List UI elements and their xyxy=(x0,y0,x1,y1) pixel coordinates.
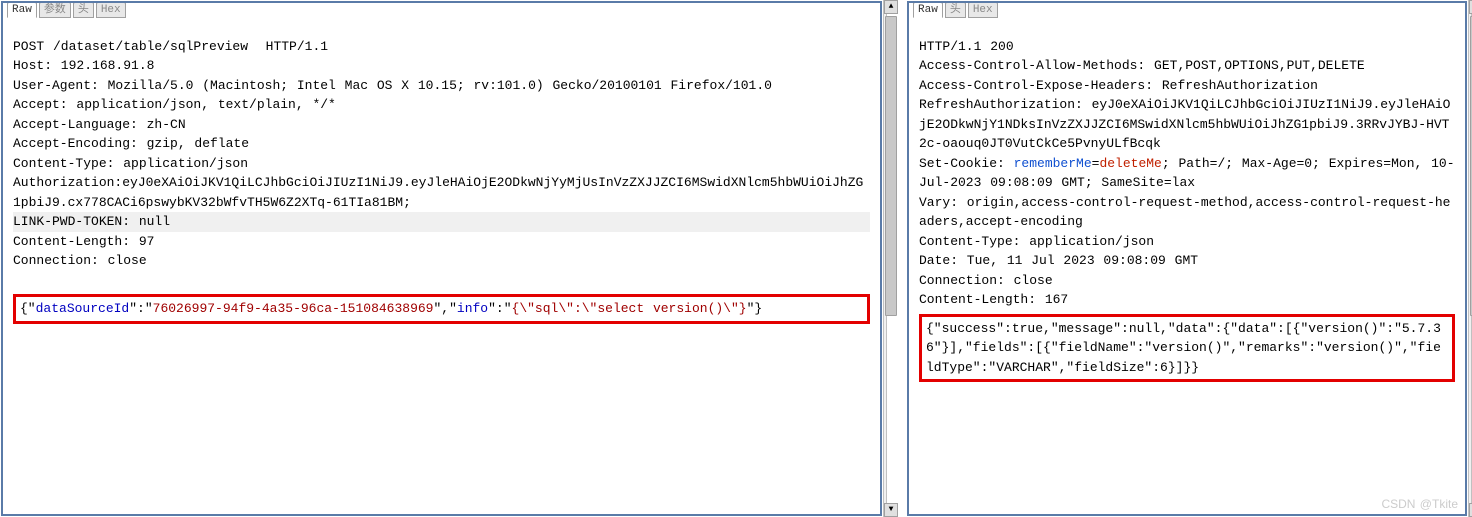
scroll-up-icon[interactable]: ▲ xyxy=(884,0,898,14)
response-header: Access-Control-Allow-Methods: GET,POST,O… xyxy=(919,56,1455,76)
response-header: Access-Control-Expose-Headers: RefreshAu… xyxy=(919,76,1455,96)
request-line: POST /dataset/table/sqlPreview HTTP/1.1 xyxy=(13,37,870,57)
response-pane: Raw 头 Hex HTTP/1.1 200Access-Control-All… xyxy=(907,1,1467,516)
status-line: HTTP/1.1 200 xyxy=(919,37,1455,57)
response-header: Content-Length: 167 xyxy=(919,290,1455,310)
json-punct: "," xyxy=(434,301,457,316)
tab-headers[interactable]: 头 xyxy=(73,2,94,18)
response-header-cookie: Set-Cookie: rememberMe=deleteMe; Path=/;… xyxy=(919,154,1455,193)
tab-hex[interactable]: Hex xyxy=(968,2,998,18)
response-header: Connection: close xyxy=(919,271,1455,291)
response-tab-bar: Raw 头 Hex xyxy=(913,2,998,18)
request-raw-content[interactable]: POST /dataset/table/sqlPreview HTTP/1.1H… xyxy=(3,3,880,371)
tab-headers[interactable]: 头 xyxy=(945,2,966,18)
json-punct: {" xyxy=(20,301,36,316)
tab-hex[interactable]: Hex xyxy=(96,2,126,18)
response-header: RefreshAuthorization: eyJ0eXAiOiJKV1QiLC… xyxy=(919,95,1455,154)
request-header: Connection: close xyxy=(13,251,870,271)
json-punct: ":" xyxy=(488,301,511,316)
cookie-prefix: Set-Cookie: xyxy=(919,156,1014,171)
tab-raw[interactable]: Raw xyxy=(913,2,943,18)
json-punct: ":" xyxy=(129,301,152,316)
request-header: Authorization:eyJ0eXAiOiJKV1QiLCJhbGciOi… xyxy=(13,173,870,212)
response-raw-content[interactable]: HTTP/1.1 200Access-Control-Allow-Methods… xyxy=(909,3,1465,429)
response-body-highlight: {"success":true,"message":null,"data":{"… xyxy=(919,314,1455,383)
cookie-value: deleteMe xyxy=(1099,156,1161,171)
request-header: Content-Type: application/json xyxy=(13,154,870,174)
right-scrollbar[interactable]: ▲ ▼ xyxy=(1468,0,1472,517)
request-header: User-Agent: Mozilla/5.0 (Macintosh; Inte… xyxy=(13,76,870,96)
left-scrollbar[interactable]: ▲ ▼ xyxy=(883,0,887,517)
request-header: Host: 192.168.91.8 xyxy=(13,56,870,76)
json-string: {\"sql\":\"select version()\"} xyxy=(512,301,747,316)
json-punct: "} xyxy=(747,301,763,316)
request-header: Accept-Language: zh-CN xyxy=(13,115,870,135)
json-string: 76026997-94f9-4a35-96ca-151084638969 xyxy=(153,301,434,316)
response-header: Date: Tue, 11 Jul 2023 09:08:09 GMT xyxy=(919,251,1455,271)
request-header: Accept-Encoding: gzip, deflate xyxy=(13,134,870,154)
json-key: info xyxy=(457,301,488,316)
tab-raw[interactable]: Raw xyxy=(7,2,37,18)
request-header: Accept: application/json, text/plain, */… xyxy=(13,95,870,115)
response-header: Vary: origin,access-control-request-meth… xyxy=(919,193,1455,232)
scrollbar-thumb[interactable] xyxy=(885,16,897,316)
request-pane: Raw 参数 头 Hex POST /dataset/table/sqlPrev… xyxy=(1,1,882,516)
tab-params[interactable]: 参数 xyxy=(39,2,71,18)
request-header-link-pwd: LINK-PWD-TOKEN: null xyxy=(13,212,870,232)
request-tab-bar: Raw 参数 头 Hex xyxy=(7,2,126,18)
request-body-highlight: {"dataSourceId":"76026997-94f9-4a35-96ca… xyxy=(13,294,870,324)
json-key: dataSourceId xyxy=(36,301,130,316)
request-header: Content-Length: 97 xyxy=(13,232,870,252)
cookie-name: rememberMe xyxy=(1014,156,1092,171)
response-header: Content-Type: application/json xyxy=(919,232,1455,252)
response-body-text: {"success":true,"message":null,"data":{"… xyxy=(926,321,1441,375)
scroll-down-icon[interactable]: ▼ xyxy=(884,503,898,517)
